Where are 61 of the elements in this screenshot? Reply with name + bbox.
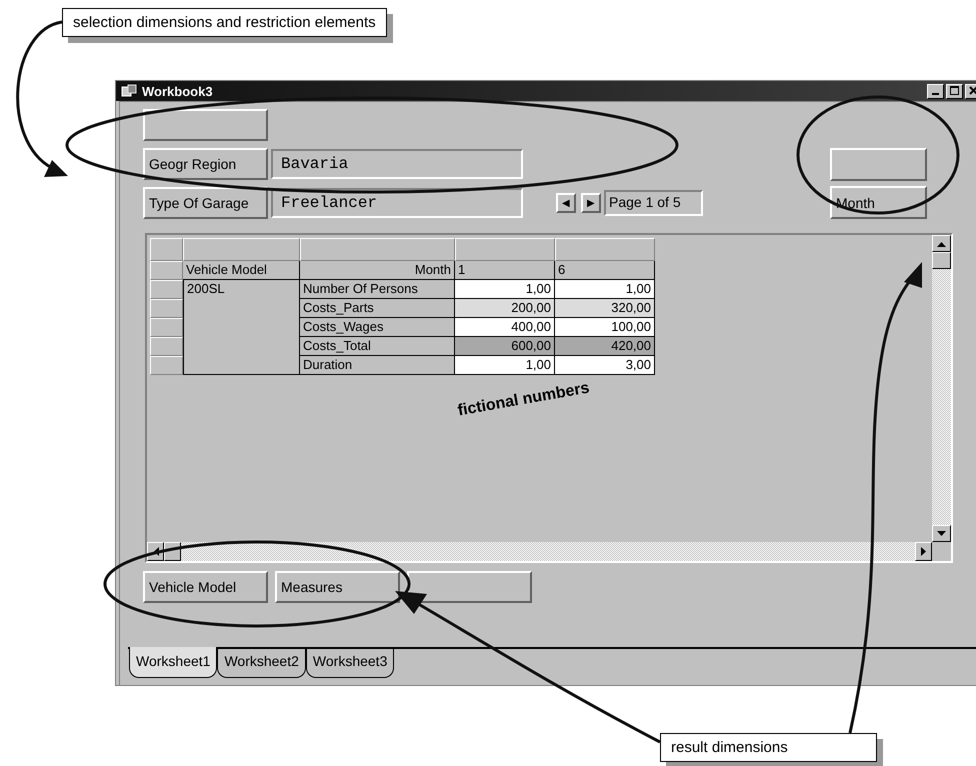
table-cell: Duration — [300, 356, 455, 375]
row-header[interactable] — [150, 280, 183, 299]
scroll-thumb[interactable] — [932, 252, 951, 269]
column-header[interactable] — [455, 238, 555, 261]
row-dimension-button[interactable] — [407, 571, 532, 603]
table-cell: 3,00 — [555, 356, 655, 375]
next-page-button[interactable]: ▶ — [581, 193, 601, 213]
row-header[interactable] — [150, 318, 183, 337]
watermark-label: fictional numbers — [456, 380, 591, 420]
row-header[interactable] — [150, 337, 183, 356]
table-cell: 320,00 — [555, 299, 655, 318]
table-cell: Costs_Parts — [300, 299, 455, 318]
close-icon — [968, 86, 976, 96]
restriction-field[interactable]: Bavaria — [271, 149, 523, 179]
app-icon — [120, 83, 138, 99]
table-header: Month — [300, 261, 455, 280]
table-header: 1 — [455, 261, 555, 280]
table-cell: 1,00 — [455, 356, 555, 375]
table-header: 6 — [555, 261, 655, 280]
table-cell: 100,00 — [555, 318, 655, 337]
maximize-button[interactable] — [946, 84, 963, 98]
page-indicator: Page 1 of 5 — [604, 190, 703, 216]
table-cell: Costs_Total — [300, 337, 455, 356]
table-cell: 420,00 — [555, 337, 655, 356]
row-dimension-button[interactable]: Measures — [275, 571, 400, 603]
row-header[interactable] — [150, 238, 183, 261]
scroll-down-button[interactable] — [932, 525, 951, 542]
row-header[interactable] — [150, 356, 183, 375]
row-dimension-button[interactable]: Vehicle Model — [143, 571, 268, 603]
up-arrow-icon[interactable] — [937, 240, 946, 246]
dimension-button[interactable]: Geogr Region — [143, 148, 268, 180]
scroll-up-button[interactable] — [932, 235, 951, 252]
previous-page-button[interactable]: ◀ — [556, 193, 576, 213]
sheet-tab[interactable]: Worksheet1 — [129, 647, 218, 678]
window-title: Workbook3 — [142, 84, 214, 98]
dimension-button[interactable]: Type Of Garage — [143, 187, 268, 219]
table-cell: 200SL — [183, 280, 300, 375]
column-header[interactable] — [183, 238, 300, 261]
table-cell: 200,00 — [455, 299, 555, 318]
column-dimension-button[interactable] — [830, 148, 927, 181]
row-header[interactable] — [150, 261, 183, 280]
scroll-right-button[interactable] — [915, 542, 932, 561]
table-cell: 400,00 — [455, 318, 555, 337]
table-header: Vehicle Model — [183, 261, 300, 280]
restriction-field[interactable]: Freelancer — [271, 188, 523, 218]
minimize-icon — [932, 93, 939, 95]
table-cell: 1,00 — [555, 280, 655, 299]
row-header[interactable] — [150, 299, 183, 318]
column-header[interactable] — [300, 238, 455, 261]
sheet-tab[interactable]: Worksheet3 — [306, 649, 394, 678]
minimize-button[interactable] — [927, 84, 944, 98]
down-arrow-icon[interactable] — [937, 530, 946, 536]
right-arrow-icon[interactable] — [920, 547, 926, 556]
maximize-icon — [950, 86, 960, 96]
table-cell: 1,00 — [455, 280, 555, 299]
column-header[interactable] — [555, 238, 655, 261]
sheet-tab[interactable]: Worksheet2 — [217, 649, 306, 678]
table-cell: Number Of Persons — [300, 280, 455, 299]
table-cell: Costs_Wages — [300, 318, 455, 337]
table-cell: 600,00 — [455, 337, 555, 356]
page-dimension-button[interactable] — [143, 109, 268, 141]
